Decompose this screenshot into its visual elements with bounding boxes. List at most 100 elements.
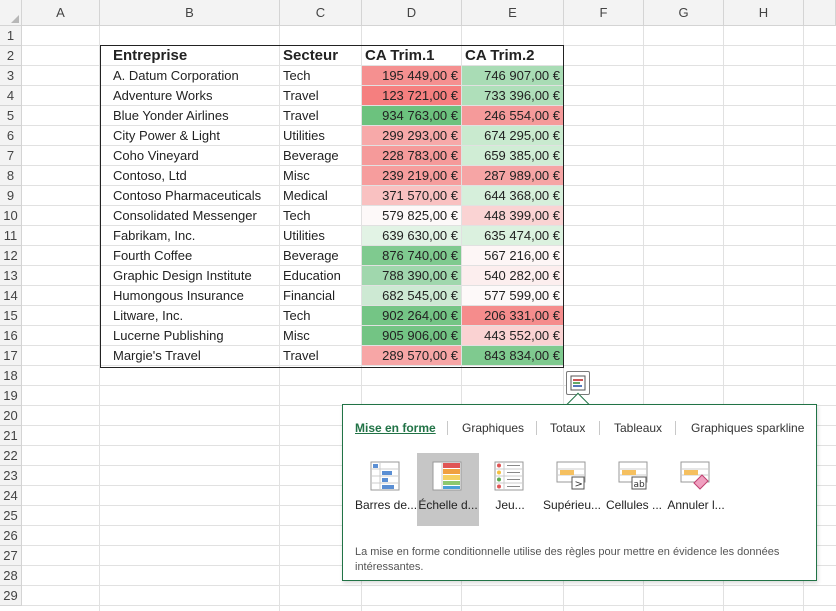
row-header[interactable]: 27 [0, 546, 22, 566]
option-text-contains[interactable]: ab Cellules ... [603, 453, 665, 526]
cell-secteur[interactable]: Tech [280, 206, 362, 225]
cell-secteur[interactable]: Travel [280, 346, 362, 365]
cell-ca-trim1[interactable]: 123 721,00 € [362, 86, 461, 105]
cell-ca-trim2[interactable]: 733 396,00 € [462, 86, 563, 105]
row-header[interactable]: 21 [0, 426, 22, 446]
column-header[interactable]: E [462, 0, 564, 26]
cell-ca-trim1[interactable]: 289 570,00 € [362, 346, 461, 365]
cell-entreprise[interactable]: Coho Vineyard [101, 146, 280, 165]
cell-secteur[interactable]: Utilities [280, 226, 362, 245]
select-all-corner[interactable] [0, 0, 22, 26]
row-header[interactable]: 13 [0, 266, 22, 286]
row-header[interactable]: 4 [0, 86, 22, 106]
row-header[interactable]: 9 [0, 186, 22, 206]
cell-entreprise[interactable]: Contoso, Ltd [101, 166, 280, 185]
column-header[interactable]: A [22, 0, 100, 26]
row-header[interactable]: 29 [0, 586, 22, 606]
cell-secteur[interactable]: Travel [280, 86, 362, 105]
cell-ca-trim1[interactable]: 876 740,00 € [362, 246, 461, 265]
cell-ca-trim2[interactable]: 567 216,00 € [462, 246, 563, 265]
row-header[interactable]: 7 [0, 146, 22, 166]
row-header[interactable]: 1 [0, 26, 22, 46]
option-greater-than[interactable]: > Supérieu... [541, 453, 603, 526]
cell-entreprise[interactable]: Blue Yonder Airlines [101, 106, 280, 125]
cell-ca-trim2[interactable]: 659 385,00 € [462, 146, 563, 165]
cell-ca-trim2[interactable]: 674 295,00 € [462, 126, 563, 145]
cell-ca-trim2[interactable]: 843 834,00 € [462, 346, 563, 365]
cell-entreprise[interactable]: Humongous Insurance [101, 286, 280, 305]
cell-secteur[interactable]: Misc [280, 326, 362, 345]
cell-ca-trim2[interactable]: 540 282,00 € [462, 266, 563, 285]
row-header[interactable]: 20 [0, 406, 22, 426]
row-header[interactable]: 24 [0, 486, 22, 506]
cell-entreprise[interactable]: Contoso Pharmaceuticals [101, 186, 280, 205]
column-header[interactable]: G [644, 0, 724, 26]
cell-secteur[interactable]: Misc [280, 166, 362, 185]
row-header[interactable]: 6 [0, 126, 22, 146]
row-header[interactable]: 28 [0, 566, 22, 586]
column-header[interactable]: B [100, 0, 280, 26]
row-header[interactable]: 10 [0, 206, 22, 226]
row-header[interactable]: 15 [0, 306, 22, 326]
cell-ca-trim2[interactable]: 448 399,00 € [462, 206, 563, 225]
row-header[interactable]: 23 [0, 466, 22, 486]
option-data-bars[interactable]: Barres de... [355, 453, 417, 526]
cell-entreprise[interactable]: Graphic Design Institute [101, 266, 280, 285]
row-header[interactable]: 12 [0, 246, 22, 266]
table-header-cell[interactable]: Secteur [280, 46, 362, 66]
cell-entreprise[interactable]: Litware, Inc. [101, 306, 280, 325]
column-header[interactable]: C [280, 0, 362, 26]
cell-secteur[interactable]: Education [280, 266, 362, 285]
cell-secteur[interactable]: Travel [280, 106, 362, 125]
column-header[interactable]: D [362, 0, 462, 26]
cell-ca-trim2[interactable]: 746 907,00 € [462, 66, 563, 85]
cell-secteur[interactable]: Financial [280, 286, 362, 305]
cell-ca-trim1[interactable]: 934 763,00 € [362, 106, 461, 125]
cell-ca-trim1[interactable]: 639 630,00 € [362, 226, 461, 245]
cell-ca-trim1[interactable]: 788 390,00 € [362, 266, 461, 285]
cell-entreprise[interactable]: Adventure Works [101, 86, 280, 105]
column-header[interactable]: H [724, 0, 804, 26]
cell-secteur[interactable]: Medical [280, 186, 362, 205]
row-header[interactable]: 14 [0, 286, 22, 306]
cell-entreprise[interactable]: Lucerne Publishing [101, 326, 280, 345]
cell-entreprise[interactable]: Fabrikam, Inc. [101, 226, 280, 245]
column-header[interactable]: F [564, 0, 644, 26]
cell-ca-trim1[interactable]: 228 783,00 € [362, 146, 461, 165]
cell-ca-trim1[interactable]: 905 906,00 € [362, 326, 461, 345]
tab-mise-en-forme[interactable]: Mise en forme [355, 419, 436, 437]
table-header-cell[interactable]: CA Trim.2 [462, 46, 563, 66]
cell-entreprise[interactable]: City Power & Light [101, 126, 280, 145]
row-header[interactable]: 17 [0, 346, 22, 366]
row-header[interactable]: 8 [0, 166, 22, 186]
cell-ca-trim1[interactable]: 371 570,00 € [362, 186, 461, 205]
cell-ca-trim1[interactable]: 239 219,00 € [362, 166, 461, 185]
cell-secteur[interactable]: Tech [280, 66, 362, 85]
cell-entreprise[interactable]: A. Datum Corporation [101, 66, 280, 85]
row-header[interactable]: 25 [0, 506, 22, 526]
cell-ca-trim2[interactable]: 577 599,00 € [462, 286, 563, 305]
cell-ca-trim2[interactable]: 443 552,00 € [462, 326, 563, 345]
cell-ca-trim2[interactable]: 644 368,00 € [462, 186, 563, 205]
row-header[interactable]: 2 [0, 46, 22, 66]
row-header[interactable]: 3 [0, 66, 22, 86]
quick-analysis-button[interactable] [566, 371, 590, 395]
tab-totaux[interactable]: Totaux [550, 419, 585, 437]
option-clear-format[interactable]: Annuler l... [665, 453, 727, 526]
cell-ca-trim2[interactable]: 206 331,00 € [462, 306, 563, 325]
cell-secteur[interactable]: Tech [280, 306, 362, 325]
cell-secteur[interactable]: Beverage [280, 246, 362, 265]
table-header-cell[interactable]: Entreprise [101, 46, 280, 66]
tab-graphiques-sparkline[interactable]: Graphiques sparkline [691, 419, 804, 437]
cell-ca-trim2[interactable]: 635 474,00 € [462, 226, 563, 245]
cell-secteur[interactable]: Beverage [280, 146, 362, 165]
row-header[interactable]: 26 [0, 526, 22, 546]
row-header[interactable]: 18 [0, 366, 22, 386]
table-header-cell[interactable]: CA Trim.1 [362, 46, 462, 66]
cell-ca-trim1[interactable]: 579 825,00 € [362, 206, 461, 225]
cell-ca-trim1[interactable]: 195 449,00 € [362, 66, 461, 85]
cell-entreprise[interactable]: Fourth Coffee [101, 246, 280, 265]
row-header[interactable]: 19 [0, 386, 22, 406]
row-header[interactable]: 5 [0, 106, 22, 126]
row-header[interactable]: 22 [0, 446, 22, 466]
